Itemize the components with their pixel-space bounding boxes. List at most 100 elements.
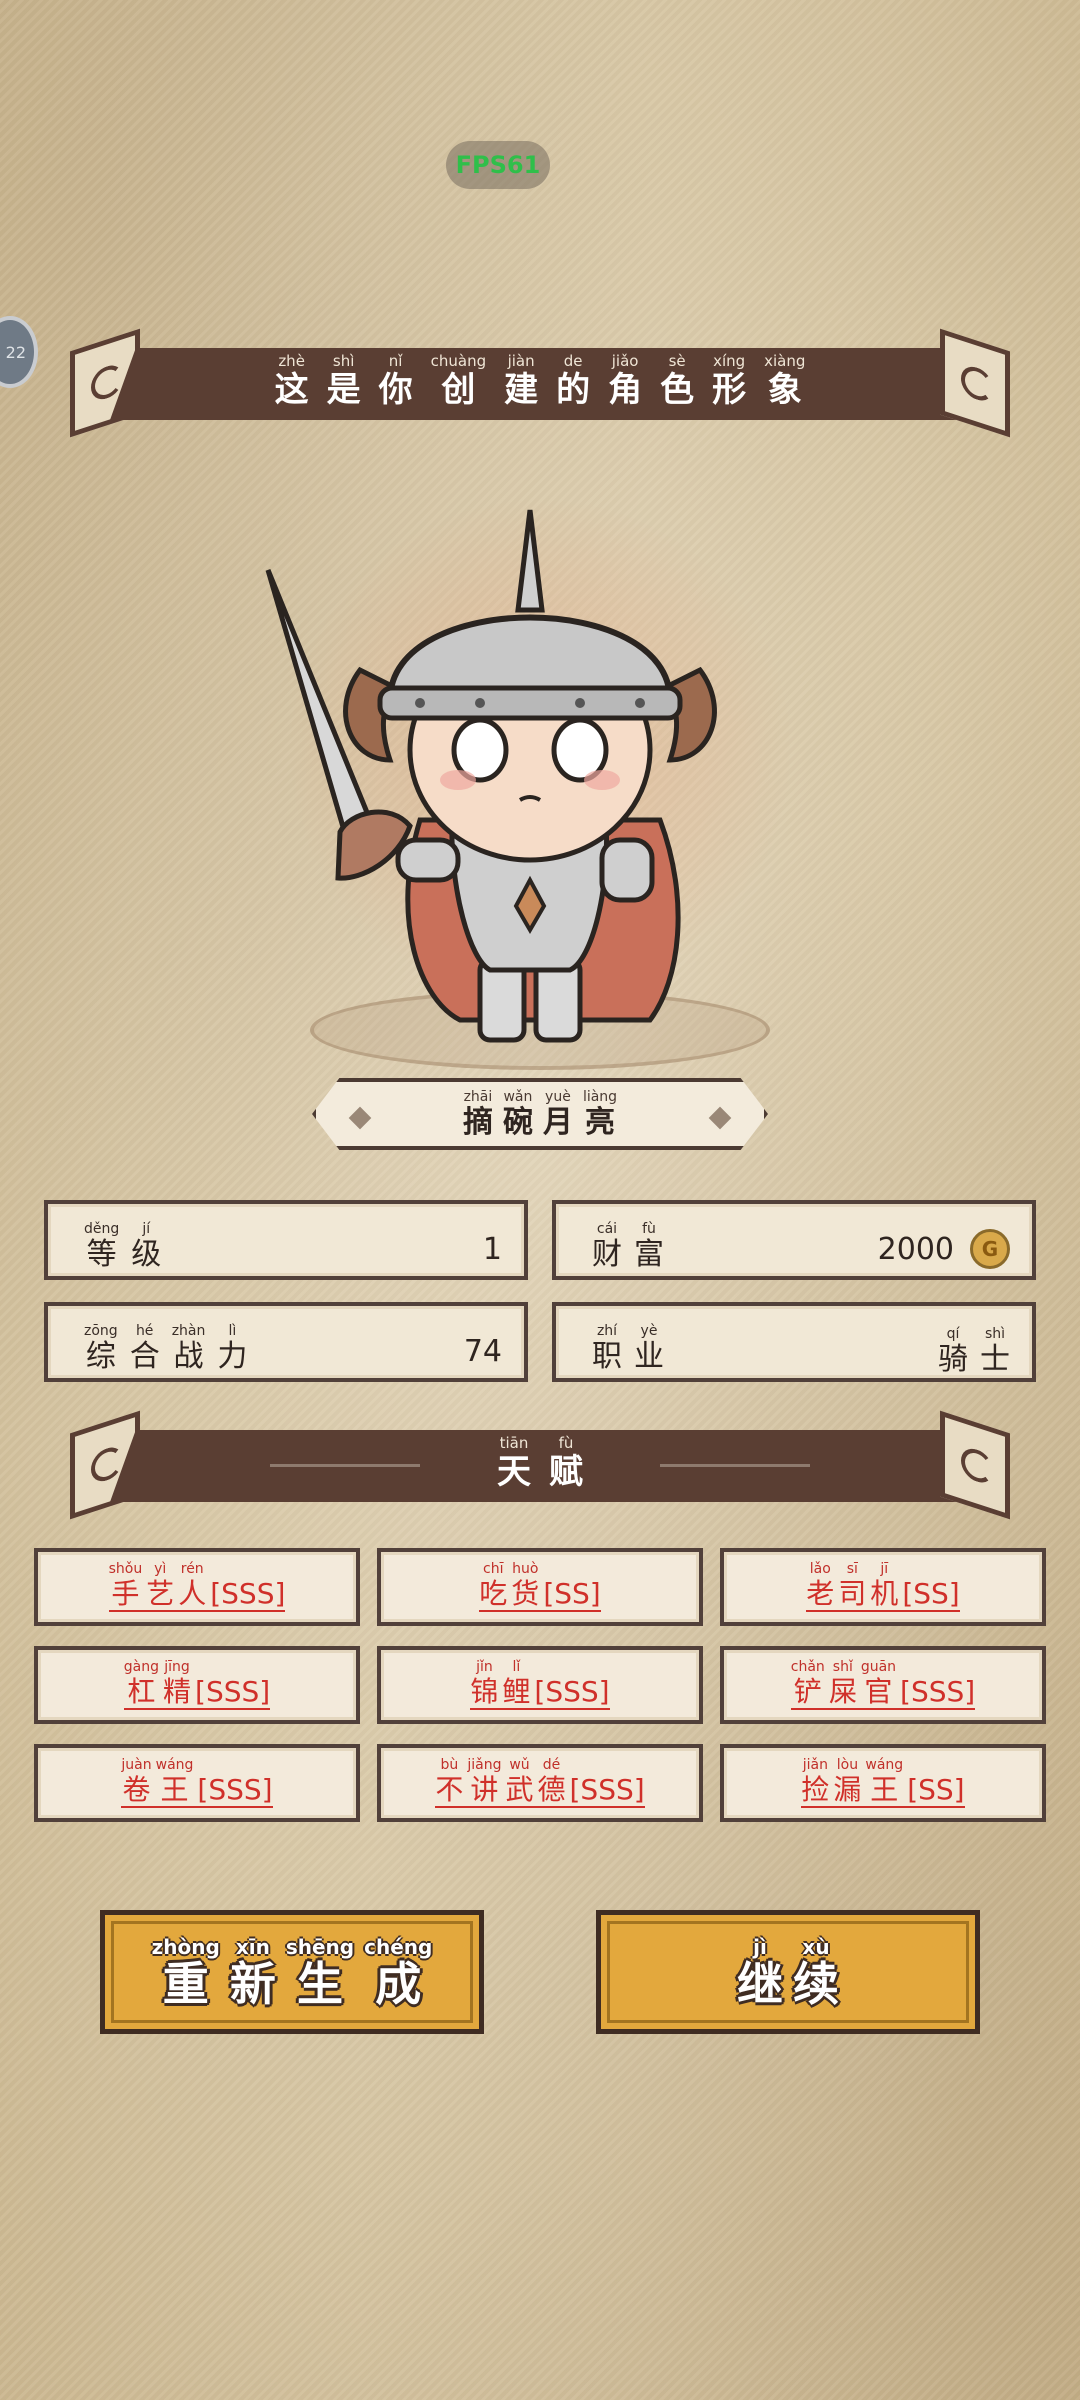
hanzi: 色 — [660, 370, 695, 410]
ruby-char: zhí 职 — [592, 1324, 622, 1372]
talent-item[interactable]: chǎn 铲 shǐ 屎 guān 官 [SSS] — [720, 1646, 1046, 1724]
job-card: zhí 职 yè 业 qí 骑 shì 士 — [552, 1302, 1036, 1382]
talent-item[interactable]: chī 吃 huò 货 [SS] — [377, 1548, 703, 1626]
talent-item[interactable]: jiǎn 捡 lòu 漏 wáng 王 [SS] — [720, 1744, 1046, 1822]
character-name-plate: zhāi 摘 wǎn 碗 yuè 月 liàng 亮 — [312, 1078, 768, 1150]
talent-item[interactable]: bù 不 jiǎng 讲 wǔ 武 dé 德 [SSS] — [377, 1744, 703, 1822]
regenerate-button[interactable]: zhòng 重 xīn 新 shēng 生 chéng 成 — [100, 1910, 484, 2034]
pinyin: shēng — [285, 1935, 355, 1959]
hanzi: 机 — [870, 1577, 899, 1610]
hanzi: 王 — [870, 1773, 899, 1806]
wealth-label: cái 财 fù 富 — [592, 1222, 664, 1270]
wealth-value: 2000 — [877, 1231, 954, 1267]
pinyin: cái — [596, 1221, 618, 1237]
hanzi: 生 — [296, 1957, 343, 2011]
pinyin: zhí — [596, 1323, 618, 1339]
pinyin: lǎo — [809, 1561, 831, 1577]
ruby-char: fù 富 — [634, 1222, 664, 1270]
pinyin: jiǎo — [611, 352, 639, 370]
hanzi: 捡 — [801, 1773, 830, 1806]
pinyin: wǎn — [503, 1089, 533, 1105]
character-name: zhāi 摘 wǎn 碗 yuè 月 liàng 亮 — [463, 1090, 617, 1138]
ruby-char: dé 德 — [537, 1758, 565, 1804]
ruby-char: chǎn 铲 — [791, 1660, 825, 1706]
hanzi: 摘 — [462, 1105, 493, 1140]
talent-item[interactable]: juàn 卷 wáng 王 [SSS] — [34, 1744, 360, 1822]
pinyin: jīng — [164, 1659, 190, 1675]
pinyin: xù — [802, 1935, 830, 1959]
pinyin: xíng — [713, 352, 746, 370]
side-float-badge[interactable]: 22 — [0, 316, 38, 388]
talent-grade: [SS] — [907, 1773, 965, 1806]
hanzi: 武 — [505, 1773, 534, 1806]
pinyin: hé — [135, 1323, 154, 1339]
ruby-char: jiǎo 角 — [608, 352, 642, 408]
level-card: děng 等 jí 级 1 — [44, 1200, 528, 1280]
hanzi: 手 — [111, 1577, 140, 1610]
pinyin: jǐn — [476, 1659, 493, 1675]
hanzi: 货 — [511, 1577, 540, 1610]
hanzi: 吃 — [479, 1577, 508, 1610]
ruby-char: jiǎn 捡 — [801, 1758, 829, 1804]
coin-icon: G — [970, 1229, 1010, 1269]
ruby-char: lǎo 老 — [806, 1562, 834, 1608]
ruby-char: zhàn 战 — [172, 1324, 206, 1372]
character-illustration — [230, 460, 850, 1080]
ruby-char: bù 不 — [435, 1758, 463, 1804]
pinyin: juàn — [121, 1757, 152, 1773]
talent-grade: [SSS] — [210, 1577, 286, 1610]
hanzi: 富 — [634, 1237, 664, 1272]
talent-grade: [SSS] — [569, 1773, 645, 1806]
ruby-char: hé 合 — [130, 1324, 160, 1372]
hanzi: 你 — [378, 370, 413, 410]
pinyin: shǐ — [832, 1659, 853, 1675]
ruby-char: xíng 形 — [712, 352, 746, 408]
diamond-icon — [348, 1106, 372, 1130]
hanzi: 职 — [592, 1339, 622, 1374]
talent-banner: tiān 天 fù 赋 — [70, 1410, 1010, 1520]
power-value: 74 — [463, 1333, 502, 1369]
hanzi: 王 — [160, 1773, 189, 1806]
wealth-card: cái 财 fù 富 2000 G — [552, 1200, 1036, 1280]
power-card: zōng 综 hé 合 zhàn 战 lì 力 74 — [44, 1302, 528, 1382]
hanzi: 老 — [806, 1577, 835, 1610]
ruby-char: zhè 这 — [275, 354, 309, 408]
hanzi: 官 — [864, 1675, 893, 1708]
ruby-char: cái 财 — [592, 1222, 622, 1270]
pinyin: chī — [483, 1561, 504, 1577]
hanzi: 碗 — [502, 1105, 533, 1140]
ruby-char: lì 力 — [217, 1324, 247, 1372]
ruby-char: xù 续 — [793, 1937, 839, 2007]
ruby-char: jí 级 — [131, 1222, 161, 1270]
pinyin: rén — [180, 1561, 204, 1577]
ruby-char: zhāi 摘 — [463, 1090, 493, 1138]
talent-item[interactable]: lǎo 老 sī 司 jī 机 [SS] — [720, 1548, 1046, 1626]
hanzi: 屎 — [828, 1675, 857, 1708]
hanzi: 精 — [163, 1675, 192, 1708]
pinyin: sè — [668, 352, 686, 370]
pinyin: shì — [984, 1326, 1006, 1342]
hanzi: 综 — [85, 1339, 116, 1374]
ruby-char: xiàng 象 — [764, 354, 805, 408]
ruby-char: jǐn 锦 — [470, 1660, 498, 1706]
pinyin: zhòng — [151, 1935, 220, 1959]
pinyin: lòu — [836, 1757, 859, 1773]
pinyin: zhàn — [171, 1323, 206, 1339]
ruby-char: jiàn 建 — [504, 354, 538, 408]
pinyin: yè — [640, 1323, 658, 1339]
ruby-char: gàng 杠 — [124, 1660, 159, 1706]
talent-item[interactable]: jǐn 锦 lǐ 鲤 [SSS] — [377, 1646, 703, 1724]
hanzi: 司 — [838, 1577, 867, 1610]
continue-button[interactable]: jì 继 xù 续 — [596, 1910, 980, 2034]
hanzi: 骑 — [938, 1342, 968, 1377]
talent-item[interactable]: shǒu 手 yì 艺 rén 人 [SSS] — [34, 1548, 360, 1626]
ruby-char: shǐ 屎 — [829, 1660, 857, 1706]
ruby-char: huò 货 — [511, 1562, 539, 1608]
hanzi: 战 — [173, 1339, 204, 1374]
hanzi: 合 — [129, 1339, 160, 1374]
talent-item[interactable]: gàng 杠 jīng 精 [SSS] — [34, 1646, 360, 1724]
pinyin: shì — [332, 352, 355, 370]
pinyin: liàng — [582, 1089, 618, 1105]
pinyin: zhāi — [463, 1089, 493, 1105]
ruby-char: jī 机 — [870, 1562, 898, 1608]
